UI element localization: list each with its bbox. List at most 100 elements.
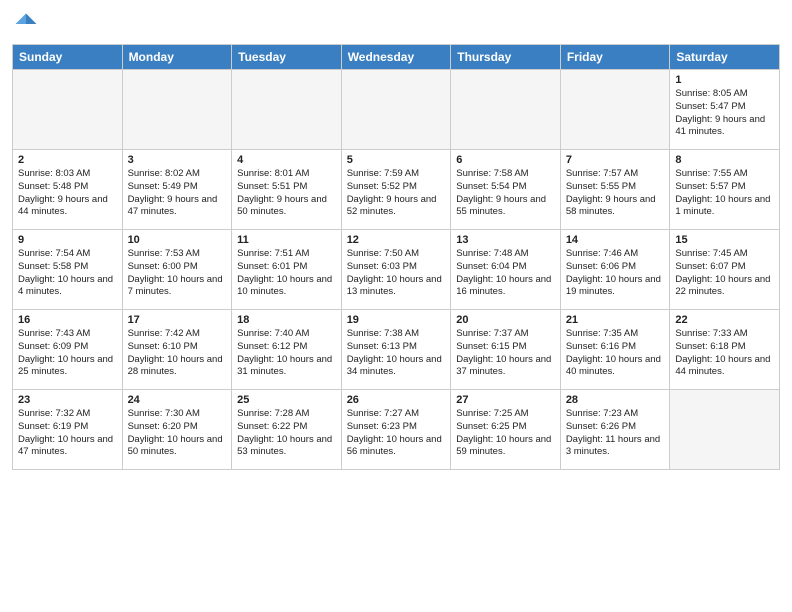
- day-info: Sunrise: 7:42 AM Sunset: 6:10 PM Dayligh…: [128, 328, 227, 379]
- day-number: 26: [347, 394, 446, 406]
- weekday-header-wednesday: Wednesday: [341, 45, 451, 70]
- weekday-header-saturday: Saturday: [670, 45, 780, 70]
- calendar-cell: [122, 70, 232, 150]
- day-number: 2: [18, 154, 117, 166]
- day-number: 22: [675, 314, 774, 326]
- calendar-cell: 6 Sunrise: 7:58 AM Sunset: 5:54 PM Daylig…: [451, 150, 561, 230]
- day-number: 4: [237, 154, 336, 166]
- calendar-cell: 4 Sunrise: 8:01 AM Sunset: 5:51 PM Daylig…: [232, 150, 342, 230]
- weekday-header-monday: Monday: [122, 45, 232, 70]
- day-number: 8: [675, 154, 774, 166]
- day-info: Sunrise: 7:51 AM Sunset: 6:01 PM Dayligh…: [237, 248, 336, 299]
- calendar-cell: 9 Sunrise: 7:54 AM Sunset: 5:58 PM Daylig…: [13, 230, 123, 310]
- day-number: 13: [456, 234, 555, 246]
- calendar-cell: 16Sunrise: 7:43 AM Sunset: 6:09 PM Dayli…: [13, 310, 123, 390]
- day-info: Sunrise: 8:02 AM Sunset: 5:49 PM Dayligh…: [128, 168, 227, 219]
- calendar-cell: 14 Sunrise: 7:46 AM Sunset: 6:06 PM Dayli…: [560, 230, 670, 310]
- calendar-cell: [670, 390, 780, 470]
- day-number: 10: [128, 234, 227, 246]
- calendar-cell: 5 Sunrise: 7:59 AM Sunset: 5:52 PM Daylig…: [341, 150, 451, 230]
- logo-icon: [12, 10, 40, 38]
- day-info: Sunrise: 7:40 AM Sunset: 6:12 PM Dayligh…: [237, 328, 336, 379]
- day-number: 25: [237, 394, 336, 406]
- day-number: 11: [237, 234, 336, 246]
- weekday-header-friday: Friday: [560, 45, 670, 70]
- calendar-cell: 25 Sunrise: 7:28 AM Sunset: 6:22 PM Dayli…: [232, 390, 342, 470]
- day-number: 6: [456, 154, 555, 166]
- day-number: 5: [347, 154, 446, 166]
- day-info: Sunrise: 7:46 AM Sunset: 6:06 PM Dayligh…: [566, 248, 665, 299]
- calendar-cell: [560, 70, 670, 150]
- day-info: Sunrise: 7:37 AM Sunset: 6:15 PM Dayligh…: [456, 328, 555, 379]
- weekday-header-thursday: Thursday: [451, 45, 561, 70]
- calendar-cell: [341, 70, 451, 150]
- weekday-header-row: SundayMondayTuesdayWednesdayThursdayFrid…: [13, 45, 780, 70]
- calendar-cell: 3 Sunrise: 8:02 AM Sunset: 5:49 PM Daylig…: [122, 150, 232, 230]
- day-info: Sunrise: 7:27 AM Sunset: 6:23 PM Dayligh…: [347, 408, 446, 459]
- calendar-cell: 1Sunrise: 8:05 AM Sunset: 5:47 PM Daylig…: [670, 70, 780, 150]
- day-number: 14: [566, 234, 665, 246]
- calendar-cell: 17 Sunrise: 7:42 AM Sunset: 6:10 PM Dayli…: [122, 310, 232, 390]
- calendar-cell: 24Sunrise: 7:30 AM Sunset: 6:20 PM Dayli…: [122, 390, 232, 470]
- day-info: Sunrise: 7:48 AM Sunset: 6:04 PM Dayligh…: [456, 248, 555, 299]
- weekday-header-tuesday: Tuesday: [232, 45, 342, 70]
- header: [12, 10, 780, 38]
- calendar-cell: 13 Sunrise: 7:48 AM Sunset: 6:04 PM Dayli…: [451, 230, 561, 310]
- calendar-cell: 21 Sunrise: 7:35 AM Sunset: 6:16 PM Dayli…: [560, 310, 670, 390]
- day-info: Sunrise: 7:59 AM Sunset: 5:52 PM Dayligh…: [347, 168, 446, 219]
- day-number: 16: [18, 314, 117, 326]
- day-info: Sunrise: 7:25 AM Sunset: 6:25 PM Dayligh…: [456, 408, 555, 459]
- day-info: Sunrise: 7:53 AM Sunset: 6:00 PM Dayligh…: [128, 248, 227, 299]
- calendar-cell: 2 Sunrise: 8:03 AM Sunset: 5:48 PM Daylig…: [13, 150, 123, 230]
- day-info: Sunrise: 7:57 AM Sunset: 5:55 PM Dayligh…: [566, 168, 665, 219]
- calendar-cell: 26 Sunrise: 7:27 AM Sunset: 6:23 PM Dayli…: [341, 390, 451, 470]
- calendar-week-row: 9 Sunrise: 7:54 AM Sunset: 5:58 PM Daylig…: [13, 230, 780, 310]
- day-info: Sunrise: 8:03 AM Sunset: 5:48 PM Dayligh…: [18, 168, 117, 219]
- calendar-week-row: 2 Sunrise: 8:03 AM Sunset: 5:48 PM Daylig…: [13, 150, 780, 230]
- calendar-week-row: 16Sunrise: 7:43 AM Sunset: 6:09 PM Dayli…: [13, 310, 780, 390]
- day-info: Sunrise: 7:23 AM Sunset: 6:26 PM Dayligh…: [566, 408, 665, 459]
- day-number: 18: [237, 314, 336, 326]
- calendar-cell: 18 Sunrise: 7:40 AM Sunset: 6:12 PM Dayli…: [232, 310, 342, 390]
- calendar-cell: [232, 70, 342, 150]
- day-info: Sunrise: 7:33 AM Sunset: 6:18 PM Dayligh…: [675, 328, 774, 379]
- day-number: 9: [18, 234, 117, 246]
- day-info: Sunrise: 7:28 AM Sunset: 6:22 PM Dayligh…: [237, 408, 336, 459]
- day-number: 21: [566, 314, 665, 326]
- day-number: 12: [347, 234, 446, 246]
- calendar-cell: [13, 70, 123, 150]
- day-info: Sunrise: 7:54 AM Sunset: 5:58 PM Dayligh…: [18, 248, 117, 299]
- calendar-cell: 28 Sunrise: 7:23 AM Sunset: 6:26 PM Dayli…: [560, 390, 670, 470]
- calendar-cell: 27 Sunrise: 7:25 AM Sunset: 6:25 PM Dayli…: [451, 390, 561, 470]
- day-info: Sunrise: 7:35 AM Sunset: 6:16 PM Dayligh…: [566, 328, 665, 379]
- calendar-cell: 23 Sunrise: 7:32 AM Sunset: 6:19 PM Dayli…: [13, 390, 123, 470]
- day-info: Sunrise: 8:05 AM Sunset: 5:47 PM Dayligh…: [675, 88, 774, 139]
- calendar-table: SundayMondayTuesdayWednesdayThursdayFrid…: [12, 44, 780, 470]
- page: SundayMondayTuesdayWednesdayThursdayFrid…: [0, 0, 792, 480]
- day-number: 20: [456, 314, 555, 326]
- day-info: Sunrise: 7:58 AM Sunset: 5:54 PM Dayligh…: [456, 168, 555, 219]
- weekday-header-sunday: Sunday: [13, 45, 123, 70]
- calendar-cell: 8 Sunrise: 7:55 AM Sunset: 5:57 PM Daylig…: [670, 150, 780, 230]
- calendar-cell: 11 Sunrise: 7:51 AM Sunset: 6:01 PM Dayli…: [232, 230, 342, 310]
- day-info: Sunrise: 7:50 AM Sunset: 6:03 PM Dayligh…: [347, 248, 446, 299]
- day-number: 17: [128, 314, 227, 326]
- calendar-cell: 22 Sunrise: 7:33 AM Sunset: 6:18 PM Dayli…: [670, 310, 780, 390]
- day-info: Sunrise: 7:55 AM Sunset: 5:57 PM Dayligh…: [675, 168, 774, 219]
- day-number: 28: [566, 394, 665, 406]
- day-number: 27: [456, 394, 555, 406]
- day-number: 19: [347, 314, 446, 326]
- calendar-cell: 20 Sunrise: 7:37 AM Sunset: 6:15 PM Dayli…: [451, 310, 561, 390]
- calendar-cell: 10 Sunrise: 7:53 AM Sunset: 6:00 PM Dayli…: [122, 230, 232, 310]
- calendar-week-row: 1Sunrise: 8:05 AM Sunset: 5:47 PM Daylig…: [13, 70, 780, 150]
- day-number: 7: [566, 154, 665, 166]
- day-info: Sunrise: 8:01 AM Sunset: 5:51 PM Dayligh…: [237, 168, 336, 219]
- calendar-week-row: 23 Sunrise: 7:32 AM Sunset: 6:19 PM Dayli…: [13, 390, 780, 470]
- day-number: 23: [18, 394, 117, 406]
- day-info: Sunrise: 7:30 AM Sunset: 6:20 PM Dayligh…: [128, 408, 227, 459]
- day-number: 15: [675, 234, 774, 246]
- day-info: Sunrise: 7:32 AM Sunset: 6:19 PM Dayligh…: [18, 408, 117, 459]
- calendar-cell: 15Sunrise: 7:45 AM Sunset: 6:07 PM Dayli…: [670, 230, 780, 310]
- calendar-cell: 7 Sunrise: 7:57 AM Sunset: 5:55 PM Daylig…: [560, 150, 670, 230]
- day-number: 3: [128, 154, 227, 166]
